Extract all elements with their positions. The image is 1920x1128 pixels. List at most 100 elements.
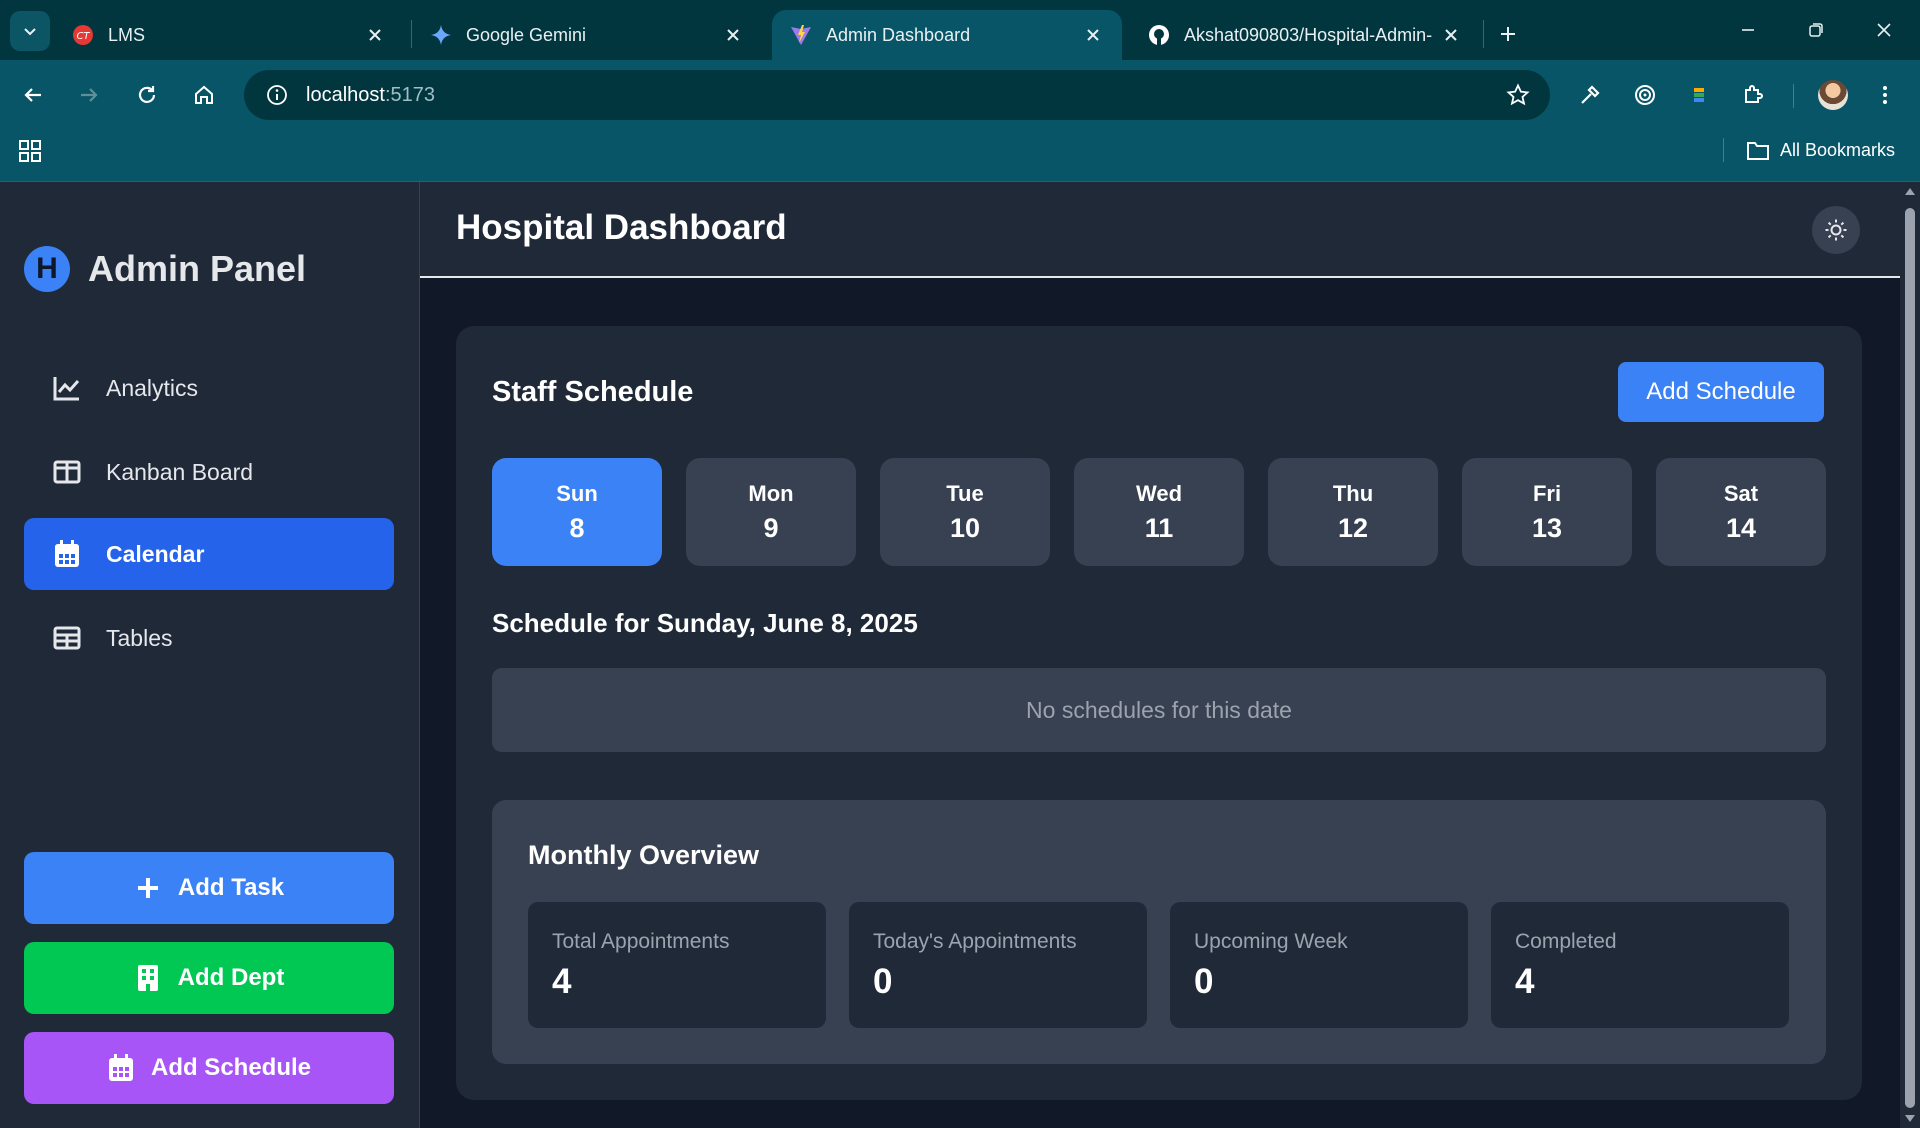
main-content: Staff Schedule Add Schedule Sun 8 Mon 9 …: [420, 280, 1900, 1128]
day-date: 11: [1144, 512, 1174, 543]
sidebar-item-calendar[interactable]: Calendar: [24, 518, 394, 590]
browser-tab-lms[interactable]: CT LMS: [54, 10, 404, 60]
add-dept-label: Add Dept: [177, 964, 285, 991]
browser-tab-admin-dashboard[interactable]: Admin Dashboard: [772, 10, 1122, 60]
day-name: Sun: [556, 480, 598, 506]
home-button[interactable]: [185, 76, 223, 114]
building-icon: [134, 964, 162, 992]
browser-tab-strip: CT LMS Google Gemini Admin Dashboard Aks…: [0, 0, 1920, 60]
tab-title: LMS: [108, 24, 146, 45]
browser-tab-github[interactable]: Akshat090803/Hospital-Admin-: [1130, 10, 1480, 60]
all-bookmarks-button[interactable]: All Bookmarks: [1746, 136, 1895, 164]
sheets-extension-button[interactable]: [1680, 76, 1718, 114]
puzzle-icon: [1745, 85, 1763, 103]
close-icon[interactable]: [1440, 24, 1462, 46]
day-date: 13: [1531, 512, 1563, 543]
arrow-left-icon: [24, 88, 41, 102]
back-button[interactable]: [14, 76, 52, 114]
all-bookmarks-label: All Bookmarks: [1780, 139, 1896, 160]
stat-total-appointments: Total Appointments 4: [528, 902, 826, 1028]
tab-separator: [1483, 20, 1484, 48]
add-schedule-button[interactable]: Add Schedule: [1618, 362, 1824, 422]
sidebar-item-tables[interactable]: Tables: [24, 602, 394, 674]
day-date: 14: [1725, 512, 1757, 543]
new-tab-button[interactable]: [1490, 16, 1526, 52]
restore-button[interactable]: [1794, 12, 1838, 48]
close-icon: [1877, 23, 1891, 37]
day-thu[interactable]: Thu 12: [1268, 458, 1438, 566]
sun-icon: [1825, 219, 1847, 241]
day-name: Tue: [946, 480, 984, 506]
scroll-up-arrow-icon[interactable]: [1905, 188, 1915, 195]
day-sat[interactable]: Sat 14: [1656, 458, 1826, 566]
day-tue[interactable]: Tue 10: [880, 458, 1050, 566]
bookmarks-separator: [1723, 138, 1724, 162]
theme-toggle-button[interactable]: [1812, 206, 1860, 254]
day-date: 10: [949, 512, 981, 543]
close-icon[interactable]: [722, 24, 744, 46]
sheets-icon: [1694, 88, 1704, 102]
day-sun[interactable]: Sun 8: [492, 458, 662, 566]
tab-title: Google Gemini: [466, 24, 587, 45]
url-text: localhost:5173: [306, 84, 435, 107]
close-icon[interactable]: [364, 24, 386, 46]
add-schedule-sidebar-button[interactable]: Add Schedule: [24, 1032, 394, 1104]
sidebar: H Admin Panel Analytics Kanban Board Cal…: [0, 182, 420, 1128]
sidebar-item-kanban-board[interactable]: Kanban Board: [24, 436, 394, 508]
columns-icon: [52, 457, 82, 487]
arrow-right-icon: [81, 88, 98, 102]
forward-button[interactable]: [70, 76, 108, 114]
day-fri[interactable]: Fri 13: [1462, 458, 1632, 566]
bookmark-star-icon[interactable]: [1506, 83, 1530, 107]
sidebar-item-label: Tables: [106, 624, 173, 651]
add-task-button[interactable]: Add Task: [24, 852, 394, 924]
monthly-overview: Monthly Overview Total Appointments 4 To…: [492, 800, 1826, 1064]
app-logo: H Admin Panel: [24, 246, 306, 292]
close-icon[interactable]: [1082, 24, 1104, 46]
github-icon: [1148, 24, 1170, 46]
hospital-logo-icon: H: [24, 246, 70, 292]
window-close-button[interactable]: [1862, 12, 1906, 48]
page-title: Hospital Dashboard: [456, 208, 787, 247]
browser-tab-gemini[interactable]: Google Gemini: [412, 10, 762, 60]
stat-label: Today's Appointments: [873, 930, 1077, 953]
extensions-button[interactable]: [1734, 76, 1772, 114]
day-name: Sat: [1723, 480, 1759, 506]
address-bar[interactable]: localhost:5173: [244, 70, 1550, 120]
url-port: :5173: [384, 83, 435, 106]
reload-button[interactable]: [128, 76, 166, 114]
scrollbar-thumb[interactable]: [1905, 208, 1915, 1108]
tab-search-button[interactable]: [10, 11, 50, 51]
monthly-overview-title: Monthly Overview: [528, 840, 760, 870]
stat-completed: Completed 4: [1491, 902, 1789, 1028]
profile-avatar[interactable]: [1818, 80, 1848, 110]
target-extension-button[interactable]: [1626, 76, 1664, 114]
bookmarks-bar: [0, 130, 1920, 182]
gemini-icon: [430, 24, 452, 46]
sidebar-title: Admin Panel: [88, 248, 307, 289]
browser-toolbar: localhost:5173: [0, 60, 1920, 130]
toolbar-separator: [1793, 84, 1794, 108]
add-dept-button[interactable]: Add Dept: [24, 942, 394, 1014]
sidebar-item-analytics[interactable]: Analytics: [24, 352, 394, 424]
minimize-button[interactable]: [1726, 12, 1770, 48]
apps-grid-icon[interactable]: [18, 139, 42, 163]
scroll-down-arrow-icon[interactable]: [1905, 1115, 1915, 1122]
day-date: 12: [1337, 512, 1369, 543]
stat-value: 4: [1515, 962, 1535, 1001]
day-wed[interactable]: Wed 11: [1074, 458, 1244, 566]
day-name: Fri: [1532, 480, 1562, 506]
site-info-icon[interactable]: [252, 70, 302, 120]
reload-icon: [138, 86, 156, 103]
main-header: Hospital Dashboard: [420, 182, 1900, 278]
eyedropper-extension-button[interactable]: [1571, 76, 1609, 114]
home-icon: [195, 85, 213, 104]
minimize-icon: [1742, 29, 1754, 31]
day-mon[interactable]: Mon 9: [686, 458, 856, 566]
empty-schedule-message: No schedules for this date: [492, 668, 1826, 752]
selected-date-heading: Schedule for Sunday, June 8, 2025: [492, 608, 918, 638]
sidebar-item-label: Kanban Board: [106, 458, 254, 485]
browser-menu-button[interactable]: [1866, 76, 1904, 114]
page-scrollbar[interactable]: [1900, 182, 1920, 1128]
target-icon: [1635, 85, 1655, 105]
